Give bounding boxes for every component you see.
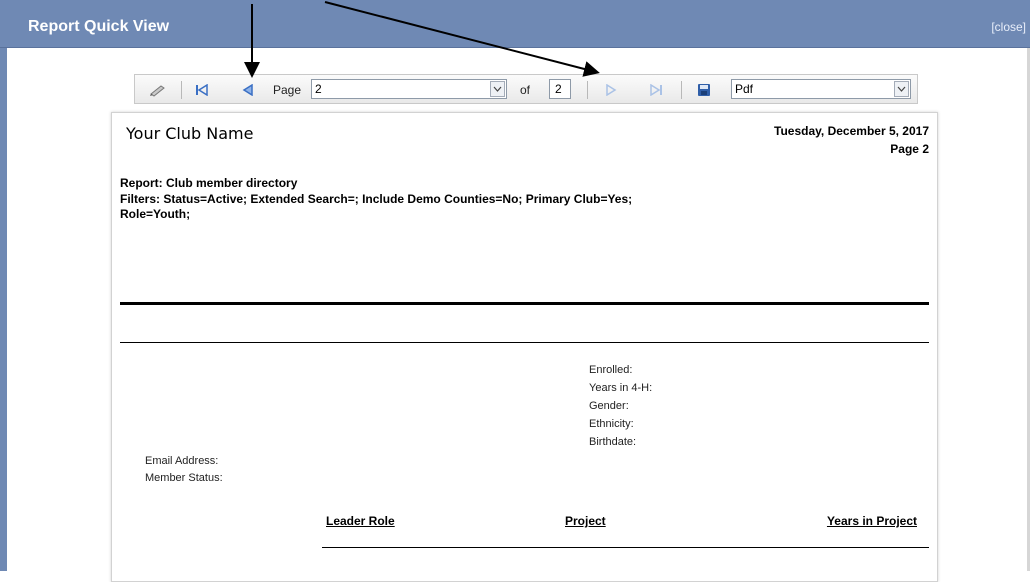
report-filters-line-1: Filters: Status=Active; Extended Search=… <box>120 192 633 206</box>
divider-thick <box>120 302 929 305</box>
export-format-select[interactable]: Pdf <box>731 79 911 99</box>
report-page-number: Page 2 <box>890 142 929 156</box>
field-email-address: Email Address: <box>145 455 219 467</box>
window-left-border <box>0 48 7 571</box>
toolbar-separator <box>587 81 588 99</box>
page-select[interactable]: 2 <box>311 79 507 99</box>
save-icon[interactable] <box>695 81 713 99</box>
toolbar-separator <box>181 81 182 99</box>
field-member-status: Member Status: <box>145 472 223 484</box>
chevron-down-icon[interactable] <box>894 81 909 97</box>
report-filters-line-2: Role=Youth; <box>120 207 191 221</box>
report-toolbar: Page 2 of 2 Pdf <box>134 74 918 104</box>
total-pages-field: 2 <box>549 79 571 99</box>
field-gender: Gender: <box>589 400 629 412</box>
page-label: Page <box>273 83 302 97</box>
next-page-icon[interactable] <box>602 81 620 99</box>
field-enrolled: Enrolled: <box>589 364 633 376</box>
last-page-icon[interactable] <box>647 81 665 99</box>
report-title: Report: Club member directory <box>120 176 298 190</box>
divider <box>120 342 929 343</box>
divider <box>322 547 929 548</box>
first-page-icon[interactable] <box>193 81 211 99</box>
column-header-years-in-project: Years in Project <box>826 514 917 528</box>
page-select-value: 2 <box>315 82 322 96</box>
window-title: Report Quick View <box>28 18 170 35</box>
column-header-project: Project <box>565 514 606 528</box>
column-header-leader-role: Leader Role <box>326 514 395 528</box>
edit-icon[interactable] <box>149 81 167 99</box>
window-titlebar: Report Quick View [close] <box>0 0 1030 48</box>
field-birthdate: Birthdate: <box>589 436 637 448</box>
field-ethnicity: Ethnicity: <box>589 418 634 430</box>
previous-page-icon[interactable] <box>239 81 257 99</box>
close-link[interactable]: [close] <box>991 20 1026 34</box>
field-years-in-4h: Years in 4-H: <box>589 382 653 394</box>
chevron-down-icon[interactable] <box>490 81 505 97</box>
report-date: Tuesday, December 5, 2017 <box>774 124 929 138</box>
export-format-value: Pdf <box>735 82 754 96</box>
toolbar-separator <box>681 81 682 99</box>
club-name: Your Club Name <box>118 117 266 147</box>
of-label: of <box>520 83 531 97</box>
